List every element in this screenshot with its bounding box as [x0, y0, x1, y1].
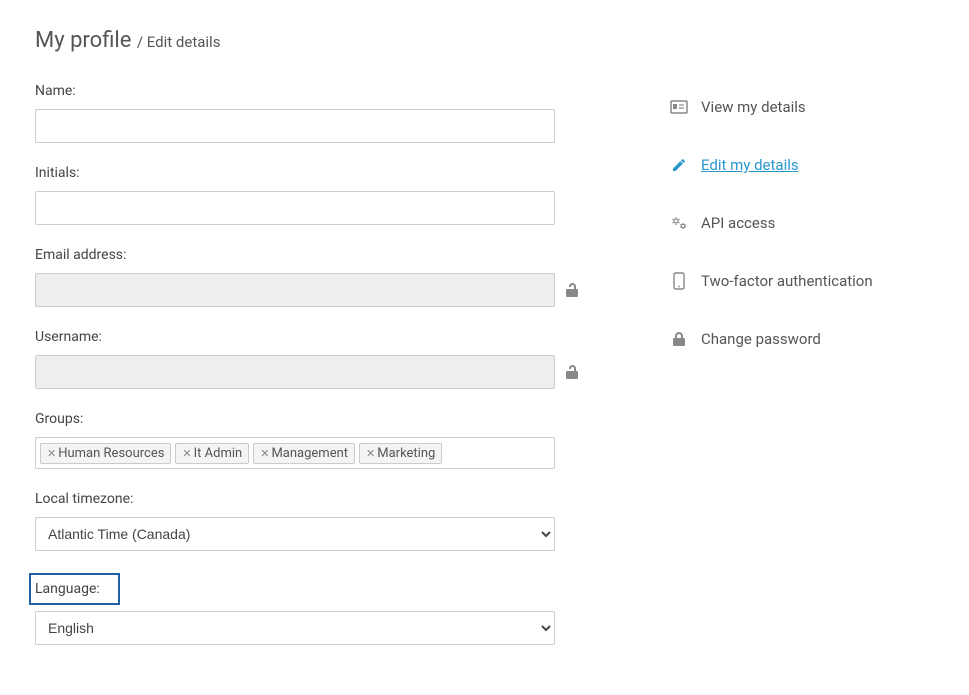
group-tag[interactable]: ✕Marketing — [359, 443, 442, 464]
remove-tag-icon[interactable]: ✕ — [260, 447, 269, 460]
name-input[interactable] — [35, 109, 555, 143]
sidebar-item-change-password[interactable]: Change password — [669, 310, 934, 368]
groups-input[interactable]: ✕Human Resources ✕It Admin ✕Management ✕… — [35, 437, 555, 469]
email-label: Email address: — [35, 247, 579, 263]
phone-icon — [669, 272, 689, 290]
sidebar-item-view-details[interactable]: View my details — [669, 78, 934, 136]
groups-label: Groups: — [35, 411, 579, 427]
remove-tag-icon[interactable]: ✕ — [366, 447, 375, 460]
username-label: Username: — [35, 329, 579, 345]
unlock-email-icon[interactable] — [565, 282, 579, 298]
page-title-sub: / Edit details — [137, 33, 221, 51]
page-title-main: My profile — [35, 28, 131, 53]
group-tag-label: Management — [271, 446, 348, 461]
group-tag-label: It Admin — [194, 446, 243, 461]
timezone-select[interactable]: Atlantic Time (Canada) — [35, 517, 555, 551]
language-label: Language: — [35, 581, 100, 597]
unlock-username-icon[interactable] — [565, 364, 579, 380]
page-title: My profile / Edit details — [35, 28, 579, 53]
group-tag[interactable]: ✕Management — [253, 443, 355, 464]
sidebar-item-label: Two-factor authentication — [701, 272, 873, 290]
sidebar-item-api-access[interactable]: API access — [669, 194, 934, 252]
sidebar-item-edit-details[interactable]: Edit my details — [669, 136, 934, 194]
pencil-icon — [669, 157, 689, 173]
email-input — [35, 273, 555, 307]
sidebar-item-label: Edit my details — [701, 156, 799, 174]
sidebar-item-2fa[interactable]: Two-factor authentication — [669, 252, 934, 310]
username-input — [35, 355, 555, 389]
sidebar-item-label: View my details — [701, 98, 806, 116]
remove-tag-icon[interactable]: ✕ — [182, 447, 191, 460]
group-tag[interactable]: ✕It Admin — [175, 443, 249, 464]
initials-input[interactable] — [35, 191, 555, 225]
lock-icon — [669, 331, 689, 347]
gears-icon — [669, 215, 689, 231]
language-select[interactable]: English — [35, 611, 555, 645]
sidebar-item-label: Change password — [701, 330, 821, 348]
group-tag-label: Human Resources — [58, 446, 164, 461]
name-label: Name: — [35, 83, 579, 99]
timezone-label: Local timezone: — [35, 491, 579, 507]
sidebar-item-label: API access — [701, 214, 775, 232]
initials-label: Initials: — [35, 165, 579, 181]
card-icon — [669, 99, 689, 115]
group-tag[interactable]: ✕Human Resources — [40, 443, 171, 464]
remove-tag-icon[interactable]: ✕ — [47, 447, 56, 460]
group-tag-label: Marketing — [377, 446, 435, 461]
